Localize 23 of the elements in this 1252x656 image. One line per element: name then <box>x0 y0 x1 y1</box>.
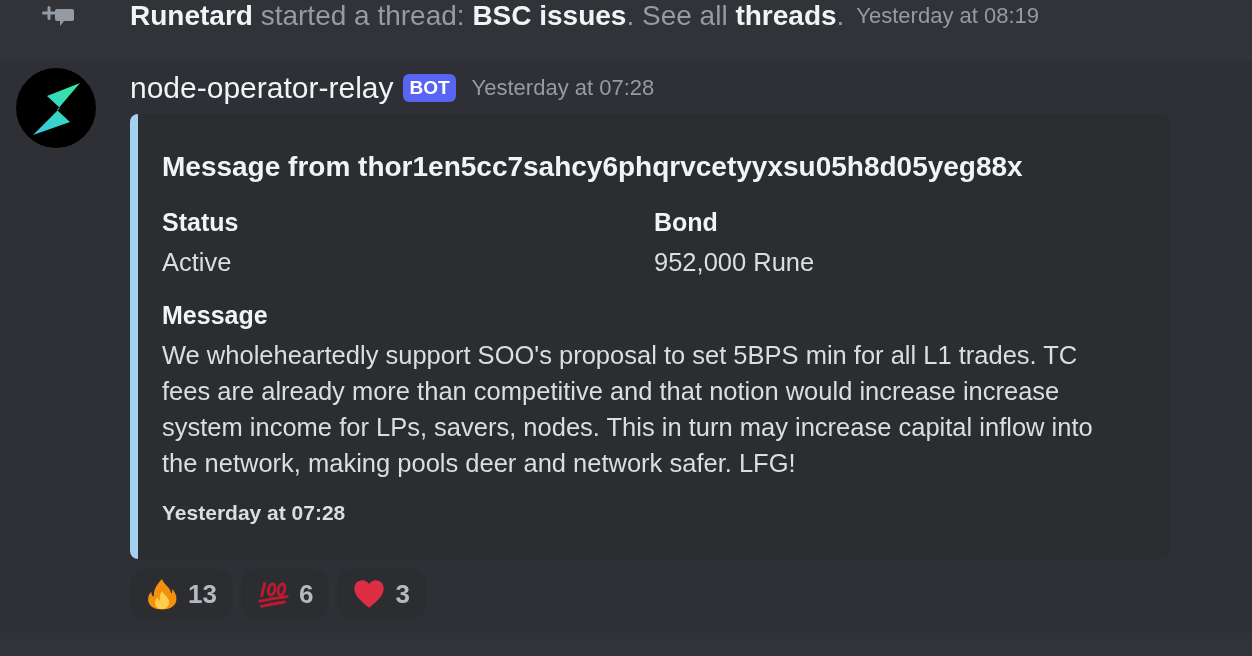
reaction-button[interactable]: 13 <box>130 569 233 619</box>
field-value: Active <box>162 247 233 278</box>
reaction-button[interactable]: 6 <box>240 569 330 619</box>
field-name: Bond <box>654 207 719 238</box>
timestamp: Yesterday at 07:28 <box>471 74 655 102</box>
embed-title: Message from thor1en5cc7sahcy6phqrvcetyyxsu05h8d05yeg88x <box>162 150 1024 184</box>
reaction-button[interactable]: 3 <box>337 569 426 619</box>
embed-footer: Yesterday at 07:28 <box>162 500 1138 526</box>
username[interactable]: node-operator-relay <box>130 70 394 106</box>
field-name: Message <box>162 300 269 331</box>
chat-bubble-icon <box>42 6 74 26</box>
timestamp: Yesterday at 08:19 <box>856 2 1039 30</box>
field-value: We wholeheartedly support SOO's proposal to set 5BPS min for all L1 trades. TC fees are already more than competitive and that notion would increase increase system income for LPs, savers, nodes. This in turn may increase capital inflow into the network, making pools deer and network safer. LFG! <box>162 340 1094 479</box>
field-name: Status <box>162 207 240 238</box>
field-value: 952,000 Rune <box>654 247 816 278</box>
fire-emoji-icon <box>146 578 178 610</box>
username-link[interactable]: Runetard <box>130 0 253 31</box>
thread-link[interactable]: threads <box>735 0 837 31</box>
thread-link[interactable]: BSC issues <box>472 0 627 31</box>
bot-tag: BOT <box>403 74 456 102</box>
thread-notice: Runetard started a thread: BSC issues. See all threads. <box>130 0 845 32</box>
lightning-bolt-avatar-icon[interactable] <box>16 68 96 148</box>
heart-emoji-icon <box>353 578 386 610</box>
